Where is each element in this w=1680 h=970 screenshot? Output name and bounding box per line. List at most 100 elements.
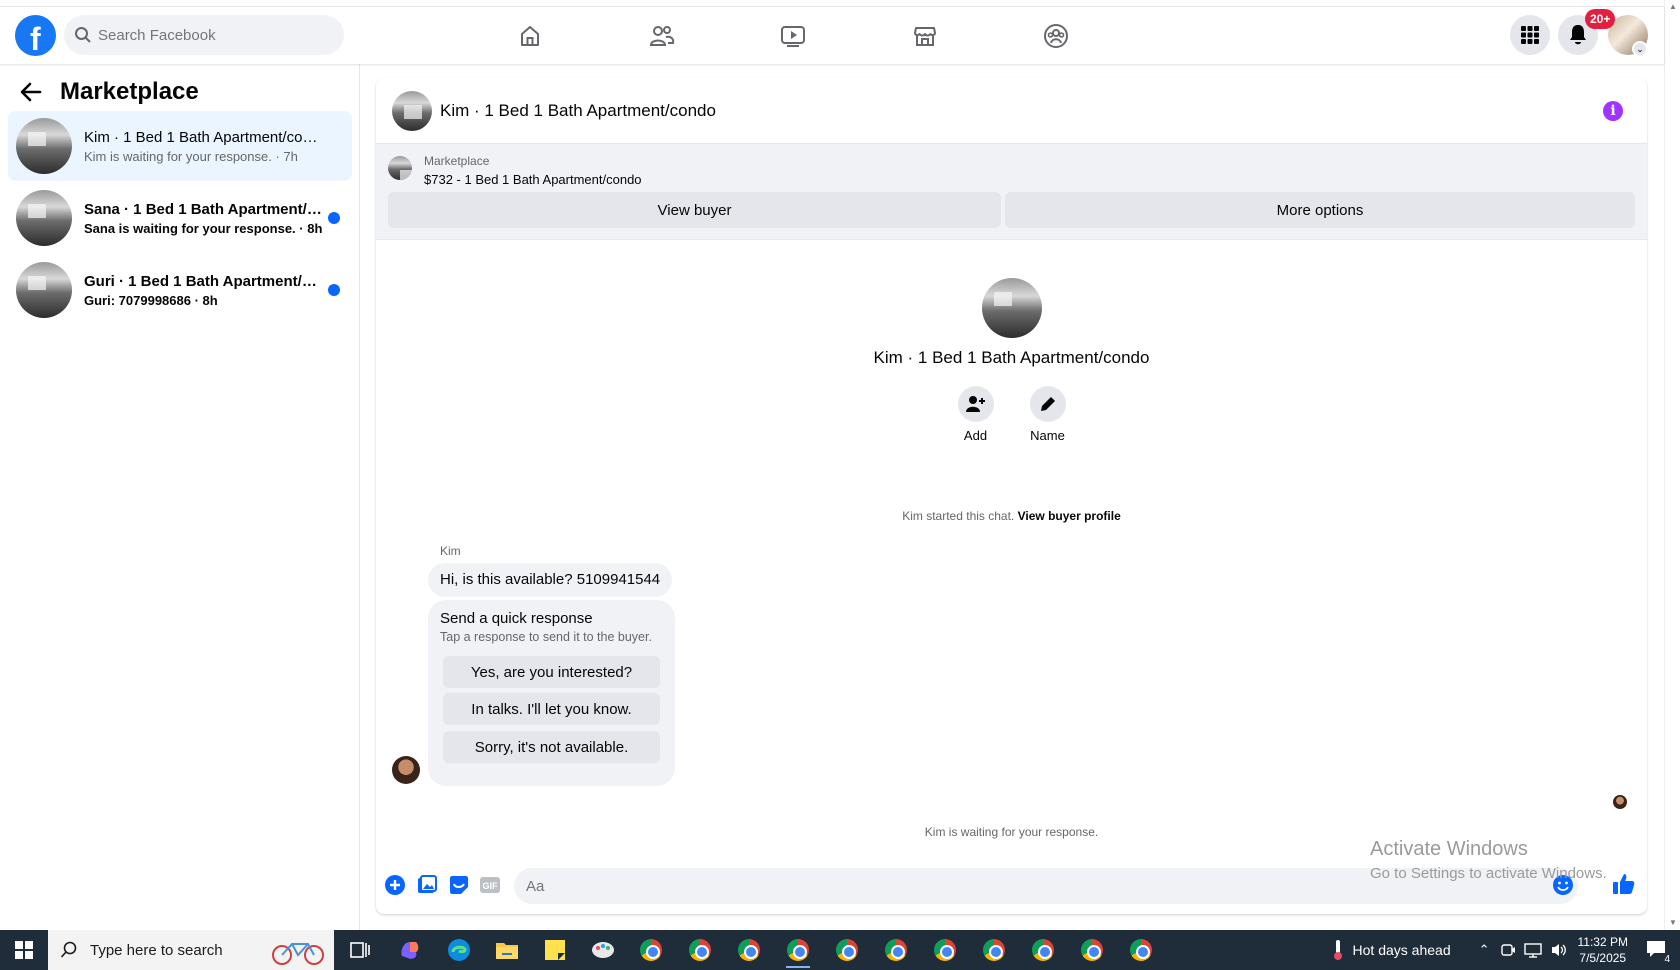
quick-response-option[interactable]: In talks. I'll let you know.	[443, 693, 660, 725]
sidebar-header: Marketplace	[20, 78, 199, 106]
chat-avatar[interactable]	[392, 90, 432, 131]
unread-dot-icon	[328, 212, 340, 224]
start-button[interactable]	[0, 930, 48, 970]
top-navigation-bar: f ⌄	[0, 7, 1664, 64]
weather-text[interactable]: Hot days ahead	[1353, 942, 1451, 958]
file-explorer-app[interactable]	[487, 934, 527, 966]
info-icon[interactable]: i	[1603, 101, 1623, 121]
chrome-app[interactable]	[925, 934, 965, 966]
listing-banner: Marketplace $732 - 1 Bed 1 Bath Apartmen…	[376, 144, 1647, 240]
facebook-logo-icon[interactable]: f	[15, 15, 56, 57]
chat-header: Kim · 1 Bed 1 Bath Apartment/condo i	[376, 78, 1647, 144]
chat-title[interactable]: Kim · 1 Bed 1 Bath Apartment/condo	[440, 101, 716, 121]
listing-thumbnail	[388, 156, 412, 180]
conversation-item[interactable]: Kim · 1 Bed 1 Bath Apartment/condo Kim i…	[8, 111, 352, 181]
quick-response-option[interactable]: Yes, are you interested?	[443, 656, 660, 688]
unread-dot-icon	[328, 284, 340, 296]
menu-button[interactable]	[1510, 15, 1550, 55]
view-buyer-profile-link[interactable]: View buyer profile	[1018, 509, 1121, 523]
thumbs-up-icon[interactable]	[1612, 872, 1636, 896]
window-top-strip	[0, 0, 1664, 7]
chrome-app[interactable]	[876, 934, 916, 966]
edge-app[interactable]	[439, 934, 479, 966]
conversation-item[interactable]: Sana · 1 Bed 1 Bath Apartment/c... Sana …	[8, 183, 352, 253]
listing-thumbnail	[16, 262, 72, 318]
copilot-app[interactable]	[390, 934, 430, 966]
edit-name-button[interactable]: Name	[1028, 386, 1068, 443]
chrome-app[interactable]	[1072, 934, 1112, 966]
back-arrow-icon[interactable]	[20, 82, 42, 102]
conversation-item[interactable]: Guri · 1 Bed 1 Bath Apartment/co... Guri…	[8, 255, 352, 325]
clock-time: 11:32 PM	[1577, 935, 1628, 949]
paint-app[interactable]	[583, 934, 623, 966]
home-nav-button[interactable]	[475, 15, 585, 57]
chat-profile: Kim · 1 Bed 1 Bath Apartment/condo Add N…	[376, 278, 1647, 443]
chrome-icon	[738, 939, 760, 961]
chrome-icon	[983, 939, 1005, 961]
profile-avatar-large	[981, 278, 1042, 338]
chrome-icon	[1081, 939, 1103, 961]
chrome-app[interactable]	[778, 934, 818, 968]
scroll-down-icon[interactable]: ▼	[1668, 918, 1678, 928]
account-chevron-icon[interactable]: ⌄	[1632, 41, 1648, 57]
taskbar-search-placeholder: Type here to search	[90, 941, 223, 959]
bell-icon	[1570, 25, 1586, 45]
page-scrollbar[interactable]: ▲ ▼	[1664, 0, 1680, 930]
tray-chevron-icon[interactable]: ⌃	[1479, 942, 1490, 958]
plus-circle-icon[interactable]	[384, 874, 406, 896]
chrome-app[interactable]	[1121, 934, 1161, 966]
chrome-app[interactable]	[729, 934, 769, 966]
chrome-app[interactable]	[827, 934, 867, 966]
chrome-icon	[934, 939, 956, 961]
pencil-icon	[1040, 397, 1055, 411]
quick-response-title: Send a quick response	[440, 610, 593, 627]
sticky-note-icon	[545, 940, 565, 960]
chrome-icon	[787, 939, 809, 961]
add-label: Add	[963, 428, 988, 443]
add-button[interactable]: Add	[956, 386, 996, 443]
listing-title[interactable]: $732 - 1 Bed 1 Bath Apartment/condo	[424, 172, 642, 187]
search-box[interactable]	[64, 15, 344, 55]
task-view-button[interactable]	[340, 934, 380, 966]
scroll-up-icon[interactable]: ▲	[1668, 2, 1678, 12]
conversation-preview: Sana is waiting for your response. · 8h	[84, 220, 323, 236]
marketplace-nav-button[interactable]	[870, 15, 980, 57]
listing-thumbnail	[16, 190, 72, 246]
view-buyer-button[interactable]: View buyer	[388, 192, 1001, 228]
chrome-icon	[885, 939, 907, 961]
more-options-button[interactable]: More options	[1005, 192, 1635, 228]
search-input[interactable]	[98, 15, 333, 55]
sticky-notes-app[interactable]	[535, 934, 575, 966]
copilot-icon	[401, 942, 419, 959]
quick-response-option[interactable]: Sorry, it's not available.	[443, 731, 660, 763]
meet-now-icon[interactable]	[1500, 942, 1516, 958]
system-tray: Hot days ahead ⌃ 11:32 PM 7/5/2025 4	[1331, 930, 1680, 970]
message-sender: Kim	[440, 544, 461, 558]
chat-panel: Kim · 1 Bed 1 Bath Apartment/condo i Mar…	[376, 78, 1647, 914]
system-clock[interactable]: 11:32 PM 7/5/2025	[1578, 934, 1628, 966]
conversation-name: Sana · 1 Bed 1 Bath Apartment/c...	[84, 200, 322, 218]
volume-icon[interactable]	[1550, 942, 1568, 958]
search-icon	[75, 27, 91, 43]
network-icon[interactable]	[1523, 942, 1542, 958]
quick-response-subtitle: Tap a response to send it to the buyer.	[440, 630, 652, 644]
groups-nav-button[interactable]	[1001, 15, 1111, 57]
name-label: Name	[1030, 428, 1065, 443]
chrome-app[interactable]	[680, 934, 720, 966]
message-bubble[interactable]: Hi, is this available? 5109941544	[428, 563, 673, 597]
watch-nav-button[interactable]	[738, 15, 848, 57]
chrome-app[interactable]	[974, 934, 1014, 966]
taskbar-search[interactable]: Type here to search	[48, 930, 334, 970]
gif-icon[interactable]: GIF	[479, 874, 501, 896]
photo-icon[interactable]	[416, 874, 438, 896]
sticker-icon[interactable]	[448, 874, 470, 896]
svg-text:f: f	[30, 21, 41, 56]
bicycle-illustration-icon	[272, 943, 324, 965]
chrome-app[interactable]	[631, 934, 671, 966]
svg-text:GIF: GIF	[483, 881, 499, 891]
chrome-app[interactable]	[1023, 934, 1063, 966]
notifications-badge: 20+	[1585, 9, 1616, 29]
watermark-line-2: Go to Settings to activate Windows.	[1370, 865, 1607, 882]
action-center-button[interactable]: 4	[1646, 940, 1672, 965]
friends-nav-button[interactable]	[607, 15, 717, 57]
